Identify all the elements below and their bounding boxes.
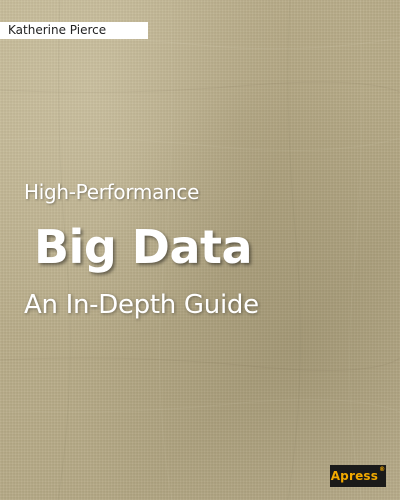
- series-line: High-Performance: [24, 180, 200, 204]
- publisher-name: Apress: [330, 469, 379, 483]
- book-subtitle: An In-Depth Guide: [24, 290, 259, 320]
- author-label: Katherine Pierce: [0, 22, 148, 39]
- publisher-logo: Apress®: [330, 465, 386, 487]
- book-cover: Katherine Pierce High-Performance Big Da…: [0, 0, 400, 500]
- registered-mark: ®: [379, 466, 386, 473]
- book-title: Big Data: [34, 220, 253, 274]
- author-name: Katherine Pierce: [8, 23, 107, 37]
